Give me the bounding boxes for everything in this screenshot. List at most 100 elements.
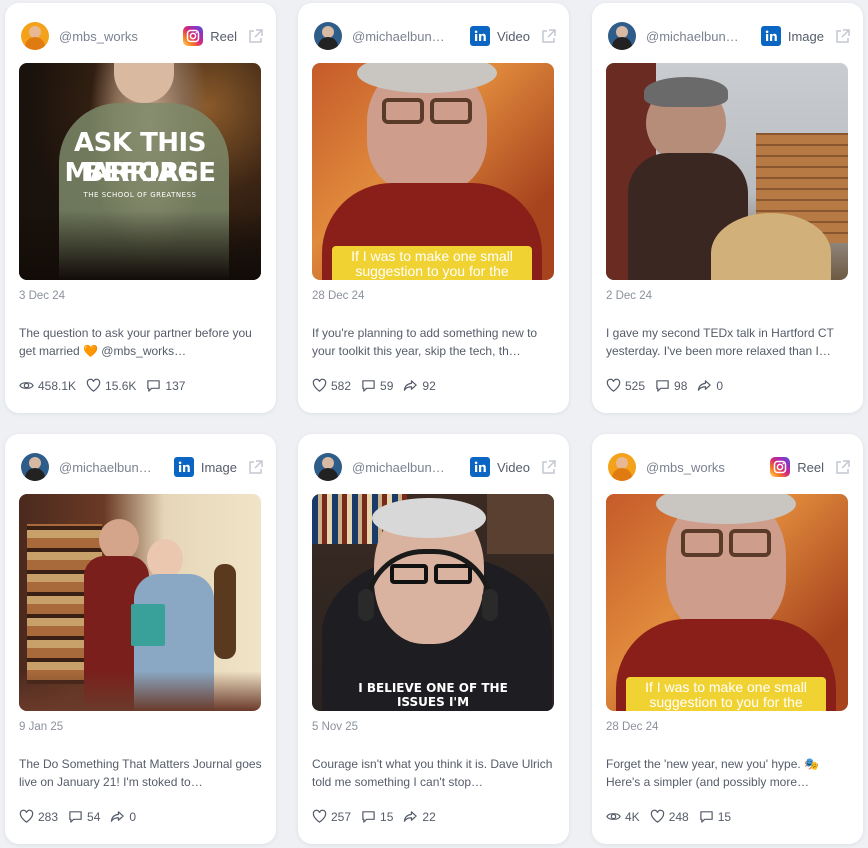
stat-value: 15 bbox=[717, 809, 732, 824]
post-stats: 283 54 0 bbox=[19, 809, 146, 824]
comment-icon bbox=[362, 811, 375, 823]
avatar[interactable] bbox=[608, 22, 636, 50]
heart-icon bbox=[86, 378, 101, 392]
post-thumbnail[interactable]: ASK THIS BEFORE MARRIAGE THE SCHOOL OF G… bbox=[19, 63, 261, 280]
avatar[interactable] bbox=[314, 22, 342, 50]
stat-value: 0 bbox=[129, 809, 137, 824]
account-handle[interactable]: @mbs_works bbox=[646, 460, 725, 475]
avatar[interactable] bbox=[608, 453, 636, 481]
post-date: 5 Nov 25 bbox=[312, 721, 359, 733]
account-handle[interactable]: @mbs_works bbox=[59, 29, 138, 44]
likes-stat: 248 bbox=[650, 809, 689, 824]
account-handle[interactable]: @michaelbun… bbox=[352, 29, 445, 44]
heart-icon bbox=[606, 378, 621, 392]
post-caption: If you're planning to add something new … bbox=[312, 326, 538, 358]
comment-icon bbox=[362, 380, 375, 392]
card-header: @michaelbun… Video bbox=[314, 450, 557, 484]
linkedin-icon bbox=[469, 457, 490, 477]
linkedin-icon bbox=[173, 457, 194, 477]
stat-value: 22 bbox=[422, 809, 436, 824]
post-card[interactable]: @mbs_works Reel If I was to make one sma… bbox=[592, 434, 863, 844]
card-header: @michaelbun… Video bbox=[314, 19, 557, 53]
likes-stat: 283 bbox=[19, 809, 58, 824]
post-thumbnail[interactable] bbox=[19, 494, 261, 711]
post-caption: The Do Something That Matters Journal go… bbox=[19, 757, 262, 789]
video-subtitle: If I was to make one small suggestion to… bbox=[626, 677, 826, 711]
post-thumbnail[interactable] bbox=[606, 63, 848, 280]
views-stat: 4K bbox=[606, 809, 640, 824]
share-icon bbox=[698, 380, 712, 391]
comment-icon bbox=[147, 380, 161, 392]
platform-label: Reel bbox=[210, 28, 237, 44]
stat-value: 458.1K bbox=[38, 378, 77, 393]
post-thumbnail[interactable]: If I was to make one small suggestion to… bbox=[312, 63, 554, 280]
post-caption: Forget the 'new year, new you' hype. 🎭 H… bbox=[606, 757, 819, 789]
stat-value: 257 bbox=[331, 809, 352, 824]
external-link-icon[interactable] bbox=[540, 28, 557, 45]
heart-icon bbox=[312, 378, 327, 392]
stat-value: 137 bbox=[165, 378, 186, 393]
stat-value: 525 bbox=[625, 378, 646, 393]
comments-stat: 15 bbox=[699, 809, 731, 824]
linkedin-icon bbox=[760, 26, 781, 46]
comments-stat: 98 bbox=[655, 378, 687, 393]
external-link-icon[interactable] bbox=[834, 459, 851, 476]
platform-badge: Reel bbox=[183, 26, 237, 46]
card-header: @mbs_works Reel bbox=[608, 450, 851, 484]
avatar[interactable] bbox=[21, 22, 49, 50]
eye-icon bbox=[19, 382, 34, 389]
platform-label: Image bbox=[787, 28, 824, 44]
shares-stat: 22 bbox=[403, 809, 436, 824]
overlay-caption: I BELIEVE ONE OF THE ISSUES I'M bbox=[358, 681, 508, 709]
post-card[interactable]: @michaelbun… Video I BELIEVE ONE OF THE … bbox=[298, 434, 569, 844]
shares-stat: 0 bbox=[697, 378, 723, 393]
post-stats: 4K 248 15 bbox=[606, 809, 741, 824]
post-card[interactable]: @michaelbun… Image 9 Jan 25 The Do Somet… bbox=[5, 434, 276, 844]
platform-label: Image bbox=[200, 459, 237, 475]
post-stats: 257 15 22 bbox=[312, 809, 446, 824]
account-handle[interactable]: @michaelbun… bbox=[59, 460, 152, 475]
likes-stat: 525 bbox=[606, 378, 645, 393]
video-subtitle: If I was to make one small suggestion to… bbox=[332, 246, 532, 280]
platform-badge: Image bbox=[173, 457, 237, 477]
post-date: 28 Dec 24 bbox=[606, 721, 659, 733]
post-caption: I gave my second TEDx talk in Hartford C… bbox=[606, 326, 834, 358]
post-date: 2 Dec 24 bbox=[606, 290, 653, 302]
external-link-icon[interactable] bbox=[247, 459, 264, 476]
post-date: 9 Jan 25 bbox=[19, 721, 64, 733]
share-icon bbox=[111, 811, 125, 822]
share-icon bbox=[404, 380, 418, 391]
platform-label: Video bbox=[496, 459, 530, 475]
shares-stat: 0 bbox=[110, 809, 136, 824]
stat-value: 15.6K bbox=[105, 378, 137, 393]
linkedin-icon bbox=[469, 26, 490, 46]
external-link-icon[interactable] bbox=[540, 459, 557, 476]
stat-value: 248 bbox=[668, 809, 689, 824]
platform-label: Reel bbox=[797, 459, 824, 475]
comments-stat: 15 bbox=[361, 809, 393, 824]
post-stats: 582 59 92 bbox=[312, 378, 446, 393]
comment-icon bbox=[699, 811, 713, 823]
external-link-icon[interactable] bbox=[247, 28, 264, 45]
external-link-icon[interactable] bbox=[834, 28, 851, 45]
card-header: @michaelbun… Image bbox=[21, 450, 264, 484]
heart-icon bbox=[650, 809, 664, 823]
post-card[interactable]: @mbs_works Reel ASK THIS BEFORE MARRIAGE… bbox=[5, 3, 276, 413]
stat-value: 582 bbox=[331, 378, 352, 393]
avatar[interactable] bbox=[21, 453, 49, 481]
post-card[interactable]: @michaelbun… Image 2 Dec 24 I gave my se… bbox=[592, 3, 863, 413]
post-card[interactable]: @michaelbun… Video If I was to make one … bbox=[298, 3, 569, 413]
avatar[interactable] bbox=[314, 453, 342, 481]
stat-value: 0 bbox=[716, 378, 724, 393]
comment-icon bbox=[69, 811, 82, 823]
stat-value: 4K bbox=[625, 809, 640, 824]
post-thumbnail[interactable]: If I was to make one small suggestion to… bbox=[606, 494, 848, 711]
account-handle[interactable]: @michaelbun… bbox=[352, 460, 445, 475]
likes-stat: 582 bbox=[312, 378, 351, 393]
post-stats: 458.1K 15.6K 137 bbox=[19, 378, 195, 393]
account-handle[interactable]: @michaelbun… bbox=[646, 29, 739, 44]
platform-badge: Image bbox=[760, 26, 824, 46]
post-thumbnail[interactable]: I BELIEVE ONE OF THE ISSUES I'M bbox=[312, 494, 554, 711]
comments-stat: 137 bbox=[146, 378, 185, 393]
platform-label: Video bbox=[496, 28, 530, 44]
